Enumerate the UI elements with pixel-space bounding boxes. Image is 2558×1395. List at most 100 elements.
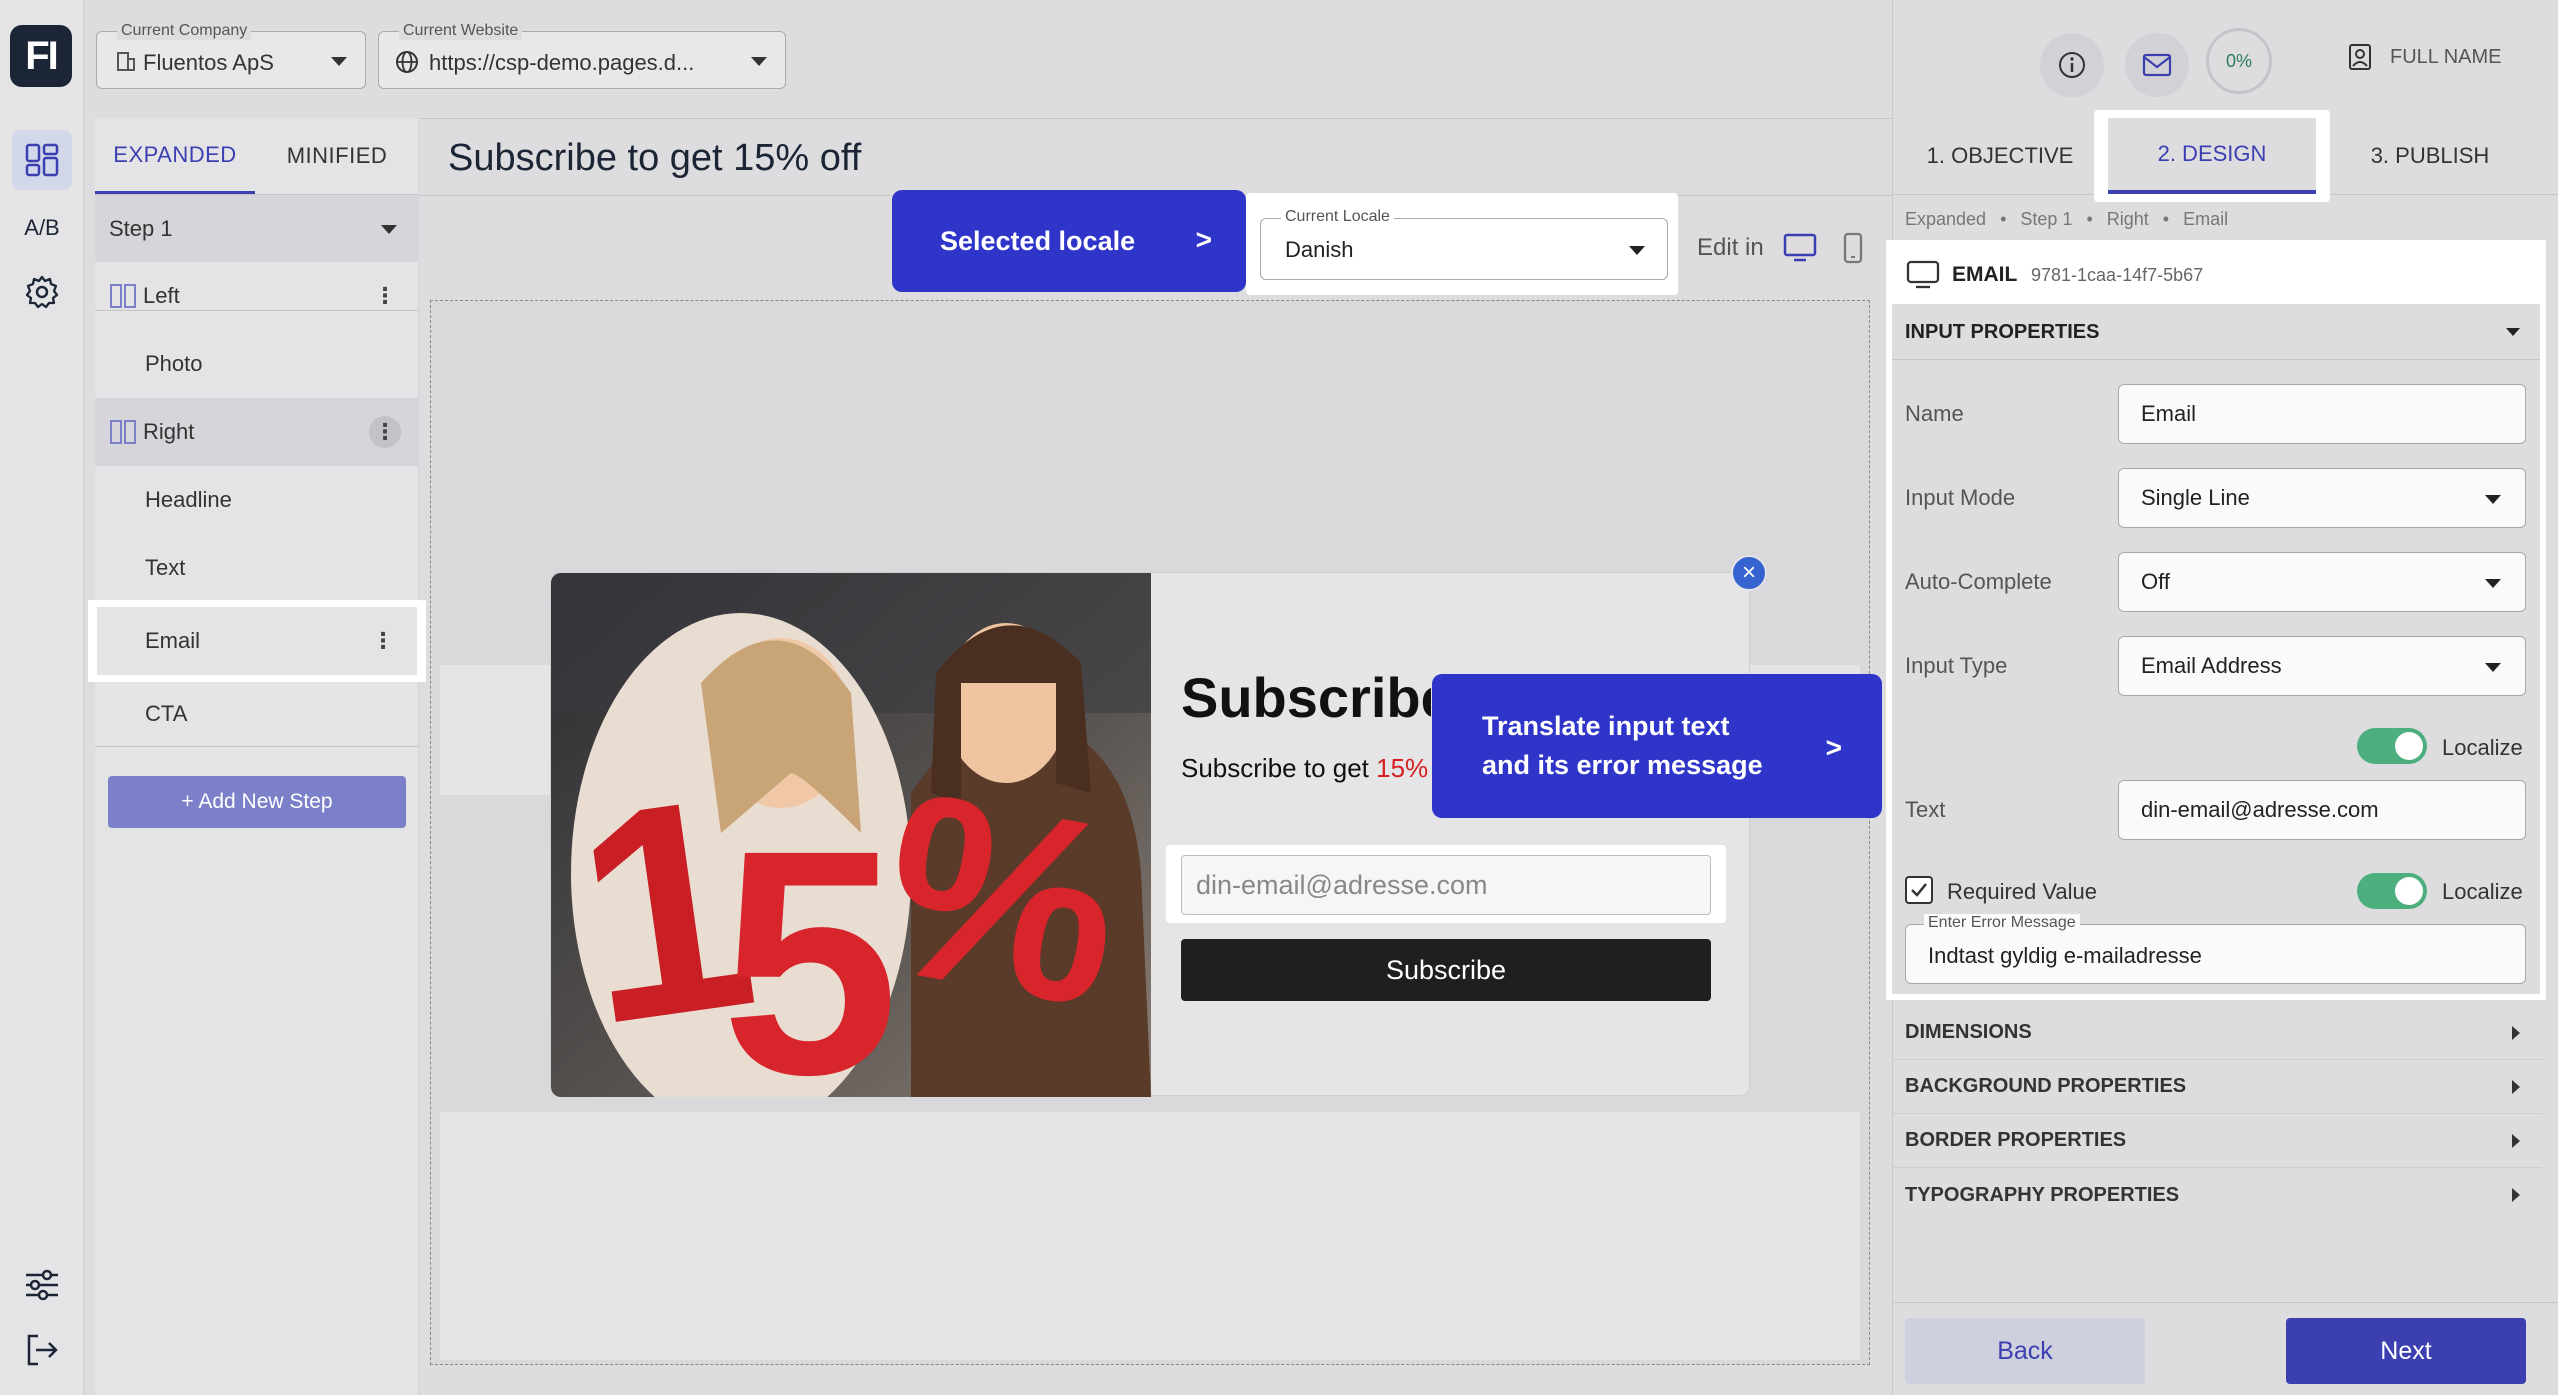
- breadcrumb-item[interactable]: Expanded: [1905, 209, 1986, 230]
- error-message-field[interactable]: Enter Error Message Indtast gyldig e-mai…: [1905, 914, 2526, 984]
- breadcrumb-item[interactable]: Email: [2183, 209, 2228, 230]
- section-title: TYPOGRAPHY PROPERTIES: [1905, 1183, 2180, 1206]
- dashboard-icon[interactable]: [12, 130, 72, 190]
- element-type: EMAIL: [1952, 263, 2018, 286]
- chevron-right-icon: [2512, 1026, 2520, 1040]
- company-label: Current Company: [117, 22, 252, 40]
- callout-text: Selected locale: [940, 225, 1136, 256]
- chevron-down-icon: [331, 57, 347, 66]
- tree-item-text[interactable]: Text: [95, 534, 419, 602]
- chevron-right-icon: [2512, 1188, 2520, 1202]
- tree-item-label: Email: [145, 628, 201, 653]
- callout-text: Translate input text and its error messa…: [1482, 711, 1763, 780]
- tab-publish[interactable]: 3. PUBLISH: [2330, 118, 2530, 194]
- tree-item-email[interactable]: Email ⋮: [97, 607, 417, 675]
- autocomplete-select[interactable]: Off: [2118, 552, 2526, 612]
- back-button[interactable]: Back: [1905, 1318, 2145, 1384]
- divider: [420, 118, 1892, 119]
- section-dimensions[interactable]: DIMENSIONS: [1892, 1006, 2542, 1060]
- prop-label: Auto-Complete: [1905, 569, 2052, 594]
- user-name[interactable]: FULL NAME: [2390, 46, 2502, 69]
- sliders-icon[interactable]: [12, 1255, 72, 1315]
- more-vertical-icon[interactable]: ⋮: [367, 625, 399, 657]
- columns-icon: [109, 283, 137, 309]
- section-background[interactable]: BACKGROUND PROPERTIES: [1892, 1060, 2542, 1114]
- step-select-value: Step 1: [109, 215, 173, 241]
- tree-item-label: Headline: [145, 487, 232, 512]
- breadcrumb-item[interactable]: Step 1: [2020, 209, 2072, 230]
- tab-design[interactable]: 2. DESIGN: [2108, 118, 2316, 194]
- next-button[interactable]: Next: [2286, 1318, 2526, 1384]
- tab-expanded[interactable]: EXPANDED: [95, 118, 255, 194]
- element-header: EMAIL 9781-1caa-14f7-5b67: [1892, 246, 2540, 302]
- ab-label: A/B: [24, 215, 60, 240]
- section-title: DIMENSIONS: [1905, 1021, 2032, 1043]
- mobile-icon[interactable]: [1840, 232, 1866, 269]
- step-select[interactable]: Step 1: [95, 195, 419, 262]
- company-select[interactable]: Current Company Fluentos ApS: [96, 22, 366, 89]
- select-value: Email Address: [2141, 653, 2282, 678]
- logout-icon[interactable]: [12, 1320, 72, 1380]
- chevron-down-icon: [2506, 328, 2520, 336]
- localize-label: Localize: [2442, 879, 2523, 904]
- tree-item-headline[interactable]: Headline: [95, 466, 419, 534]
- website-label: Current Website: [399, 22, 523, 40]
- mail-icon[interactable]: [2125, 33, 2189, 97]
- website-select[interactable]: Current Website https://csp-demo.pages.d…: [378, 22, 786, 89]
- popup-subscribe-button[interactable]: Subscribe: [1181, 939, 1711, 1001]
- input-type-select[interactable]: Email Address: [2118, 636, 2526, 696]
- section-title: INPUT PROPERTIES: [1905, 321, 2100, 343]
- chevron-down-icon: [1629, 246, 1645, 255]
- globe-icon: [395, 50, 419, 79]
- structure-panel: EXPANDED MINIFIED Step 1 Left ⋮ Photo Ri…: [88, 118, 426, 1395]
- input-mode-select[interactable]: Single Line: [2118, 468, 2526, 528]
- name-field[interactable]: Email: [2118, 384, 2526, 444]
- tree-item-left[interactable]: Left ⋮: [95, 262, 419, 330]
- desktop-icon[interactable]: [1782, 232, 1818, 269]
- popup-headline[interactable]: Subscribe: [1181, 665, 1431, 730]
- tree-item-label: Text: [145, 555, 186, 580]
- required-checkbox[interactable]: [1905, 876, 1933, 904]
- tree-item-label: Right: [143, 419, 195, 444]
- ab-test-button[interactable]: A/B: [12, 198, 72, 258]
- text-field[interactable]: din-email@adresse.com: [2118, 780, 2526, 840]
- popup-subtext-highlight: 15%: [1376, 753, 1429, 783]
- popup-email-input[interactable]: din-email@adresse.com: [1181, 855, 1711, 915]
- left-rail: FI A/B: [0, 0, 84, 1395]
- section-title: BACKGROUND PROPERTIES: [1905, 1075, 2187, 1097]
- more-vertical-icon[interactable]: ⋮: [369, 280, 401, 312]
- popup-subtext[interactable]: Subscribe to get 15%: [1181, 753, 1441, 784]
- settings-icon[interactable]: [12, 262, 72, 322]
- prop-label: Name: [1905, 401, 1964, 426]
- tree-item-photo[interactable]: Photo: [95, 330, 419, 398]
- tab-objective[interactable]: 1. OBJECTIVE: [1892, 118, 2108, 194]
- info-icon[interactable]: [2040, 33, 2104, 97]
- app-logo[interactable]: FI: [10, 25, 72, 87]
- more-vertical-icon[interactable]: ⋮: [369, 416, 401, 448]
- edit-in-label: Edit in: [1697, 234, 1764, 261]
- chevron-right-icon: [2512, 1080, 2520, 1094]
- section-typography[interactable]: TYPOGRAPHY PROPERTIES: [1892, 1168, 2542, 1222]
- error-localize-toggle[interactable]: [2357, 873, 2427, 909]
- page-title: Subscribe to get 15% off: [448, 137, 862, 179]
- localize-toggle[interactable]: [2357, 728, 2427, 764]
- tree-item-cta[interactable]: CTA: [95, 680, 419, 748]
- localize-label: Localize: [2442, 735, 2523, 760]
- section-border[interactable]: BORDER PROPERTIES: [1892, 1114, 2542, 1168]
- prop-label: Input Type: [1905, 653, 2008, 678]
- breadcrumb-item[interactable]: Right: [2107, 209, 2149, 230]
- chevron-down-icon: [751, 57, 767, 66]
- close-icon[interactable]: ×: [1731, 555, 1767, 591]
- profile-icon[interactable]: [2346, 42, 2376, 77]
- chevron-right-icon: >: [1195, 224, 1212, 255]
- input-properties-header[interactable]: INPUT PROPERTIES: [1892, 304, 2540, 360]
- tree-item-right[interactable]: Right ⋮: [95, 398, 419, 466]
- add-new-step-button[interactable]: + Add New Step: [108, 776, 406, 828]
- popup-preview[interactable]: 1 5 % Subscribe Subscribe to get 15% din…: [550, 572, 1750, 1097]
- popup-photo: 1 5 %: [551, 573, 1151, 1097]
- tab-minified[interactable]: MINIFIED: [255, 118, 419, 194]
- error-field-label: Enter Error Message: [1924, 914, 2080, 932]
- locale-select[interactable]: Current Locale Danish: [1260, 208, 1668, 280]
- section-title: BORDER PROPERTIES: [1905, 1129, 2127, 1151]
- divider: [1892, 1302, 2558, 1303]
